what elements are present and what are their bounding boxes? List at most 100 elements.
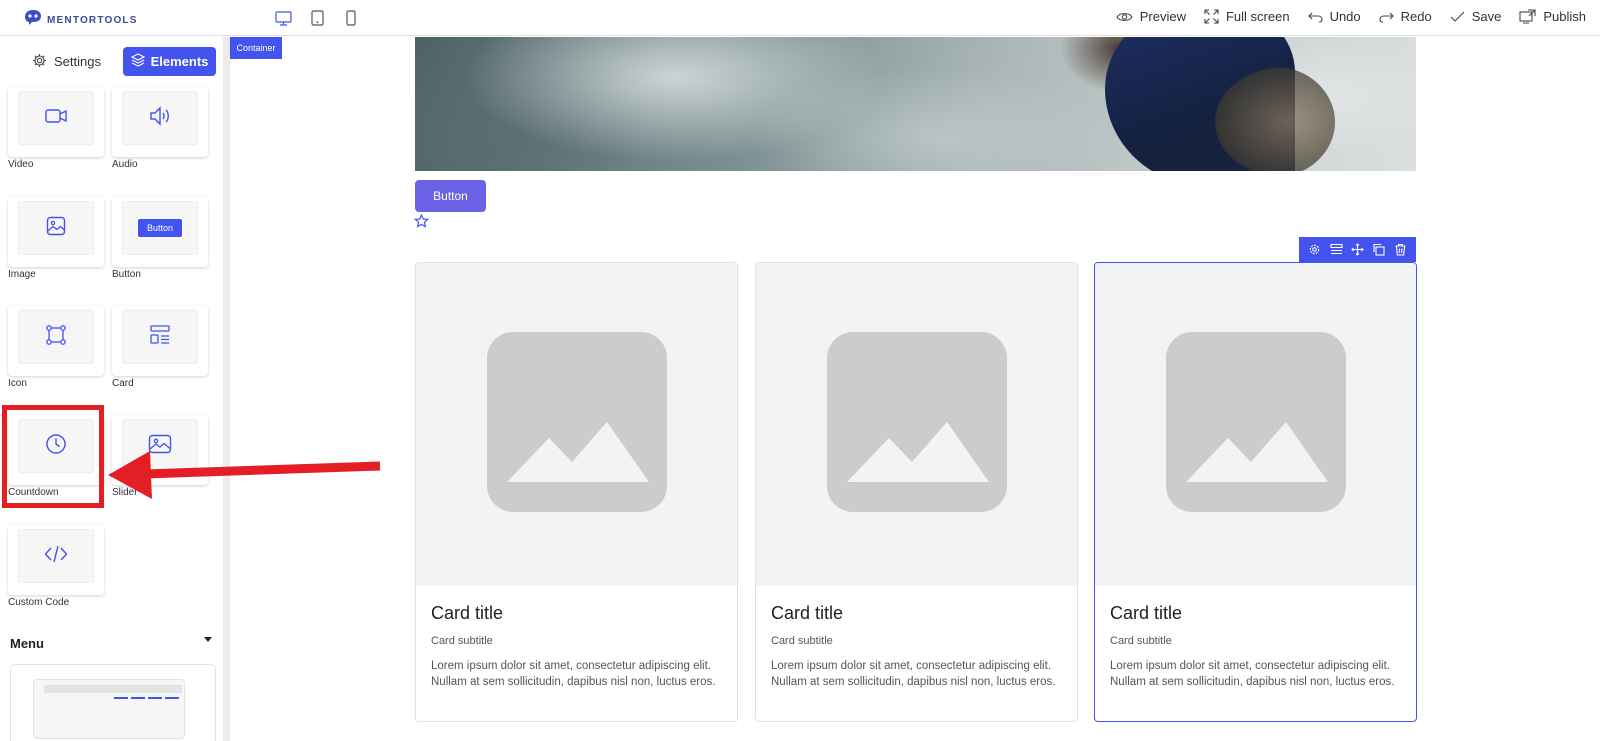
- undo-icon: [1307, 11, 1323, 23]
- trash-icon[interactable]: [1394, 243, 1407, 256]
- element-label: Image: [8, 269, 36, 280]
- publish-icon: [1519, 9, 1536, 24]
- icon-frame-icon: [45, 324, 67, 351]
- card-layout-icon: [149, 324, 171, 351]
- fullscreen-label: Full screen: [1225, 9, 1290, 24]
- element-tile-preview: [18, 310, 94, 364]
- element-tile-custom-code[interactable]: [8, 525, 104, 595]
- redo-button[interactable]: Redo: [1379, 9, 1432, 24]
- mentortools-logo-icon: [24, 9, 42, 31]
- image-placeholder-icon: [826, 332, 1007, 517]
- desktop-view-icon[interactable]: [274, 9, 292, 27]
- card-2[interactable]: Card title Card subtitle Lorem ipsum dol…: [755, 262, 1078, 722]
- menu-preview-link: [114, 697, 128, 699]
- card-image-placeholder: [756, 263, 1077, 586]
- audio-icon: [149, 105, 171, 131]
- menu-section-heading: Menu: [10, 636, 44, 651]
- element-label: Video: [8, 159, 34, 170]
- element-label: Slider: [112, 487, 138, 498]
- slider-image-icon: [148, 434, 172, 459]
- brand-name: MENTORTOOLS: [47, 14, 138, 26]
- card-text: Lorem ipsum dolor sit amet, consectetur …: [1110, 660, 1395, 688]
- card-text: Lorem ipsum dolor sit amet, consectetur …: [771, 660, 1056, 688]
- card-text: Lorem ipsum dolor sit amet, consectetur …: [431, 660, 716, 688]
- element-tile-preview: [18, 91, 94, 145]
- card-title: Card title: [1110, 603, 1183, 623]
- page-button[interactable]: Button: [415, 180, 486, 212]
- element-label: Custom Code: [8, 597, 70, 608]
- card-subtitle: Card subtitle: [1110, 635, 1172, 647]
- expand-icon: [1204, 9, 1219, 24]
- publish-label: Publish: [1543, 9, 1586, 24]
- star-icon[interactable]: [413, 213, 430, 233]
- menu-preview-link: [148, 697, 162, 699]
- element-tile-icon[interactable]: [8, 306, 104, 376]
- logo[interactable]: MENTORTOOLS: [24, 9, 138, 31]
- device-switcher: [274, 9, 360, 27]
- countdown-highlight-box: [2, 405, 104, 508]
- element-tile-preview: [18, 201, 94, 255]
- card-1[interactable]: Card title Card subtitle Lorem ipsum dol…: [415, 262, 738, 722]
- card-title: Card title: [431, 603, 504, 623]
- element-label: Button: [112, 269, 141, 280]
- menu-preview-bar: [44, 685, 182, 693]
- element-label: Audio: [112, 159, 138, 170]
- element-tile-button[interactable]: Button: [112, 197, 208, 267]
- preview-label: Preview: [1139, 9, 1186, 24]
- mobile-view-icon[interactable]: [342, 9, 360, 27]
- menu-preview-link: [131, 697, 145, 699]
- undo-button[interactable]: Undo: [1307, 9, 1361, 24]
- gear-icon[interactable]: [1308, 243, 1321, 256]
- container-tag[interactable]: Container: [230, 37, 282, 59]
- card-subtitle: Card subtitle: [771, 635, 833, 647]
- tab-elements[interactable]: Elements: [123, 47, 216, 76]
- element-tile-card[interactable]: [112, 306, 208, 376]
- gear-icon: [32, 53, 47, 71]
- save-label: Save: [1471, 9, 1502, 24]
- element-toolbar: [1299, 237, 1416, 262]
- publish-button[interactable]: Publish: [1519, 9, 1586, 24]
- card-image-placeholder: [1095, 263, 1416, 586]
- hero-image-detail: [1215, 67, 1335, 171]
- element-label: Card: [112, 378, 134, 389]
- tablet-view-icon[interactable]: [308, 9, 326, 27]
- element-tile-menu[interactable]: [10, 664, 216, 741]
- element-tile-preview: Button: [122, 201, 198, 255]
- tab-elements-label: Elements: [150, 54, 209, 69]
- duplicate-icon[interactable]: [1372, 243, 1385, 256]
- image-placeholder-icon: [486, 332, 667, 517]
- redo-label: Redo: [1400, 9, 1432, 24]
- element-tile-slider[interactable]: [112, 415, 208, 485]
- element-tile-image[interactable]: [8, 197, 104, 267]
- redo-icon: [1379, 11, 1394, 23]
- top-bar: MENTORTOOLS Preview Full screen Undo Red…: [0, 0, 1600, 36]
- sidebar-tabs: Settings Elements: [0, 37, 223, 85]
- hero-image[interactable]: [415, 37, 1416, 171]
- element-tile-audio[interactable]: [112, 87, 208, 157]
- video-icon: [45, 108, 67, 129]
- menu-preview-link: [165, 697, 179, 699]
- preview-button[interactable]: Preview: [1116, 9, 1186, 24]
- fullscreen-button[interactable]: Full screen: [1204, 9, 1290, 24]
- card-image-placeholder: [416, 263, 737, 586]
- element-tile-preview: [122, 310, 198, 364]
- align-icon[interactable]: [1330, 243, 1343, 256]
- save-button[interactable]: Save: [1450, 9, 1502, 24]
- element-label: Icon: [8, 378, 27, 389]
- move-icon[interactable]: [1351, 243, 1364, 256]
- sidebar-scrollbar[interactable]: [223, 37, 230, 741]
- element-tile-preview: [18, 529, 94, 583]
- undo-label: Undo: [1329, 9, 1361, 24]
- sidebar: Settings Elements Video Audio Image Butt…: [0, 37, 223, 741]
- element-tile-video[interactable]: [8, 87, 104, 157]
- button-preview: Button: [137, 219, 183, 237]
- layers-icon: [130, 53, 145, 70]
- card-3[interactable]: Card title Card subtitle Lorem ipsum dol…: [1094, 262, 1417, 722]
- element-tile-preview: [122, 419, 198, 473]
- chevron-down-icon[interactable]: [204, 637, 212, 642]
- tab-settings[interactable]: Settings: [22, 47, 111, 76]
- editor-actions: Preview Full screen Undo Redo Save Publi…: [1116, 9, 1586, 24]
- card-title: Card title: [771, 603, 844, 623]
- element-tile-preview: [122, 91, 198, 145]
- eye-icon: [1116, 11, 1133, 23]
